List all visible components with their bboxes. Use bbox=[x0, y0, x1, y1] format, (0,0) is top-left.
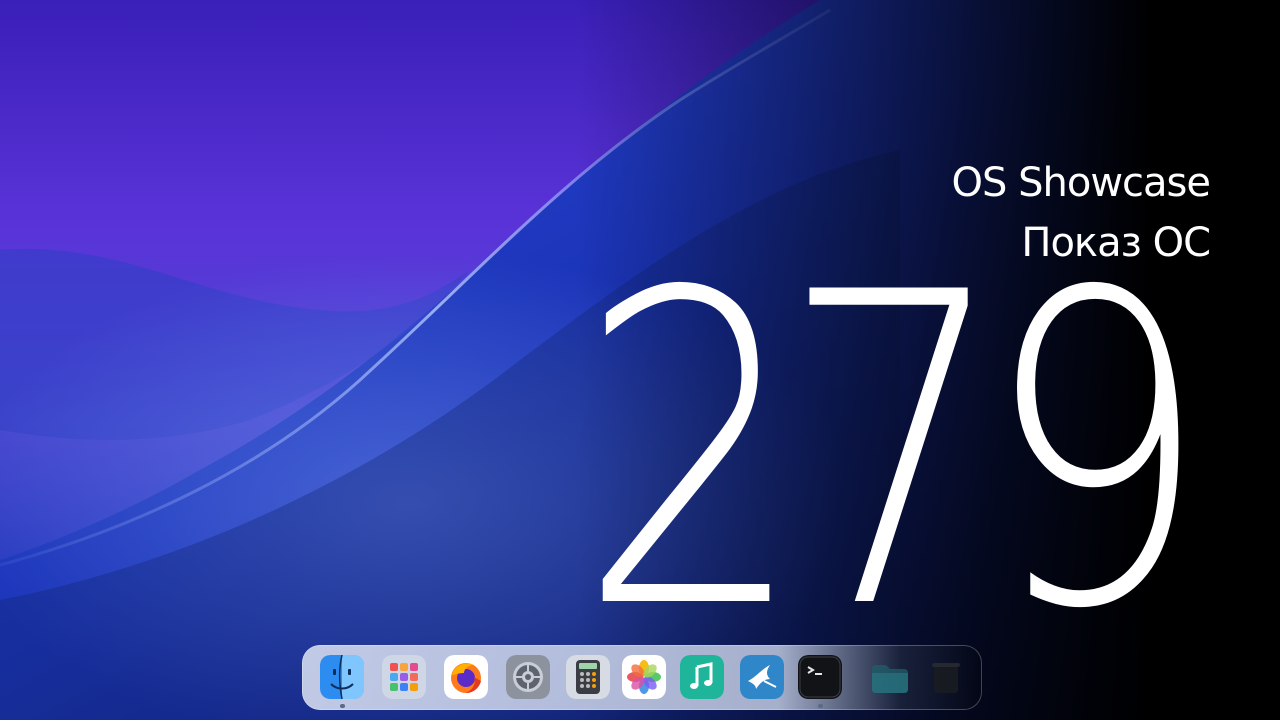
music-icon[interactable] bbox=[680, 655, 724, 699]
swift-bird-icon[interactable] bbox=[740, 655, 784, 699]
finder-icon[interactable] bbox=[320, 655, 364, 699]
dock bbox=[302, 645, 982, 710]
system-settings-icon[interactable] bbox=[506, 655, 550, 699]
firefox-icon[interactable] bbox=[444, 655, 488, 699]
terminal-icon[interactable] bbox=[798, 655, 842, 699]
trash-icon[interactable] bbox=[924, 655, 968, 699]
episode-number: 279 bbox=[578, 203, 1209, 703]
calculator-icon[interactable] bbox=[566, 655, 610, 699]
launchpad-icon[interactable] bbox=[382, 655, 426, 699]
title-english: OS Showcase bbox=[951, 160, 1211, 206]
terminal-running-indicator bbox=[818, 704, 823, 708]
folder-icon[interactable] bbox=[868, 655, 912, 699]
desktop: OS Showcase Показ ОС 279 bbox=[0, 0, 1280, 720]
photos-icon[interactable] bbox=[622, 655, 666, 699]
finder-running-indicator bbox=[340, 704, 345, 708]
